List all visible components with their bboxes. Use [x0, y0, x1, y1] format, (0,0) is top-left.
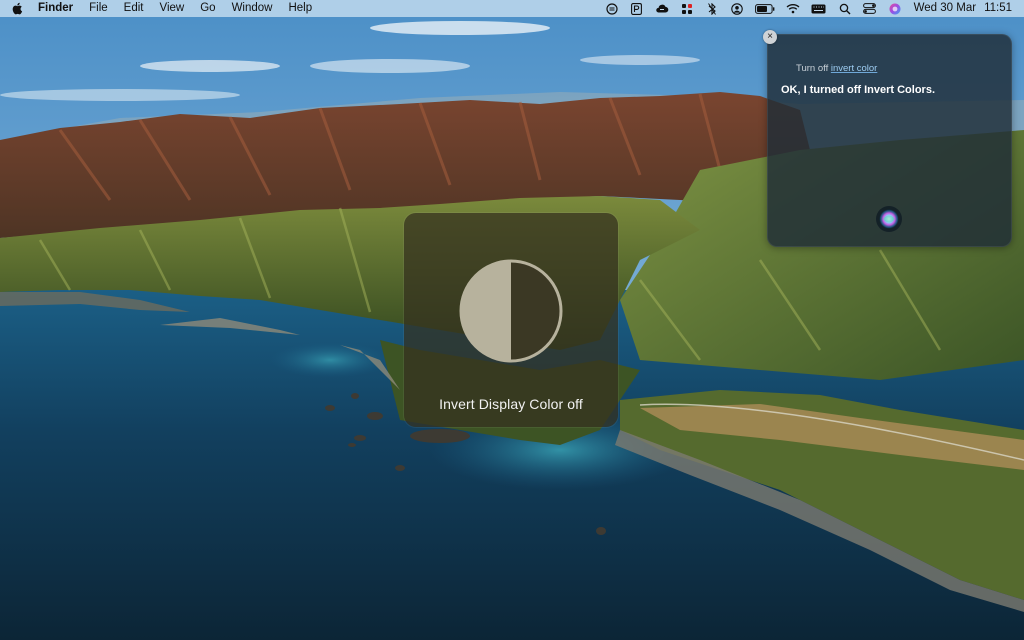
siri-query-highlight[interactable]: invert color: [831, 63, 877, 74]
siri-response: OK, I turned off Invert Colors.: [781, 84, 936, 96]
siri-close-button[interactable]: ×: [763, 30, 777, 44]
menu-bar-tray: Wed 30 Mar 11:51: [594, 0, 1012, 17]
menu-view[interactable]: View: [160, 0, 185, 17]
siri-query[interactable]: Turn off invert color: [796, 63, 877, 74]
keyboard-input-icon[interactable]: [811, 3, 827, 15]
p-badge-icon[interactable]: [630, 2, 644, 15]
menu-help[interactable]: Help: [288, 0, 312, 17]
cloud-sync-icon[interactable]: [655, 3, 669, 15]
user-icon[interactable]: [730, 2, 744, 15]
siri-orb-icon[interactable]: [875, 205, 903, 233]
menu-bar-date[interactable]: Wed 30 Mar: [914, 0, 976, 17]
spotlight-search-icon[interactable]: [838, 3, 852, 15]
menu-bar-time[interactable]: 11:51: [984, 0, 1012, 17]
invert-display-icon: [459, 259, 563, 363]
menu-edit[interactable]: Edit: [124, 0, 144, 17]
hud-label: Invert Display Color off: [439, 396, 583, 412]
bluetooth-icon[interactable]: [705, 2, 719, 15]
battery-icon[interactable]: [754, 3, 775, 15]
control-center-icon[interactable]: [863, 3, 877, 15]
apple-logo-icon[interactable]: [11, 0, 27, 17]
menu-file[interactable]: File: [89, 0, 108, 17]
wifi-icon[interactable]: [786, 3, 800, 15]
accessibility-hud: Invert Display Color off: [404, 213, 618, 427]
menu-go[interactable]: Go: [200, 0, 215, 17]
focus-icon[interactable]: [605, 2, 619, 15]
siri-query-prefix: Turn off: [796, 63, 831, 74]
grid-app-icon[interactable]: [680, 3, 694, 15]
menu-finder[interactable]: Finder: [38, 0, 73, 17]
menu-bar-left: Finder File Edit View Go Window Help: [0, 0, 328, 17]
siri-panel: Turn off invert color OK, I turned off I…: [767, 34, 1012, 247]
menu-bar: Finder File Edit View Go Window Help Wed…: [0, 0, 1024, 17]
siri-icon[interactable]: [888, 3, 902, 15]
menu-window[interactable]: Window: [232, 0, 273, 17]
